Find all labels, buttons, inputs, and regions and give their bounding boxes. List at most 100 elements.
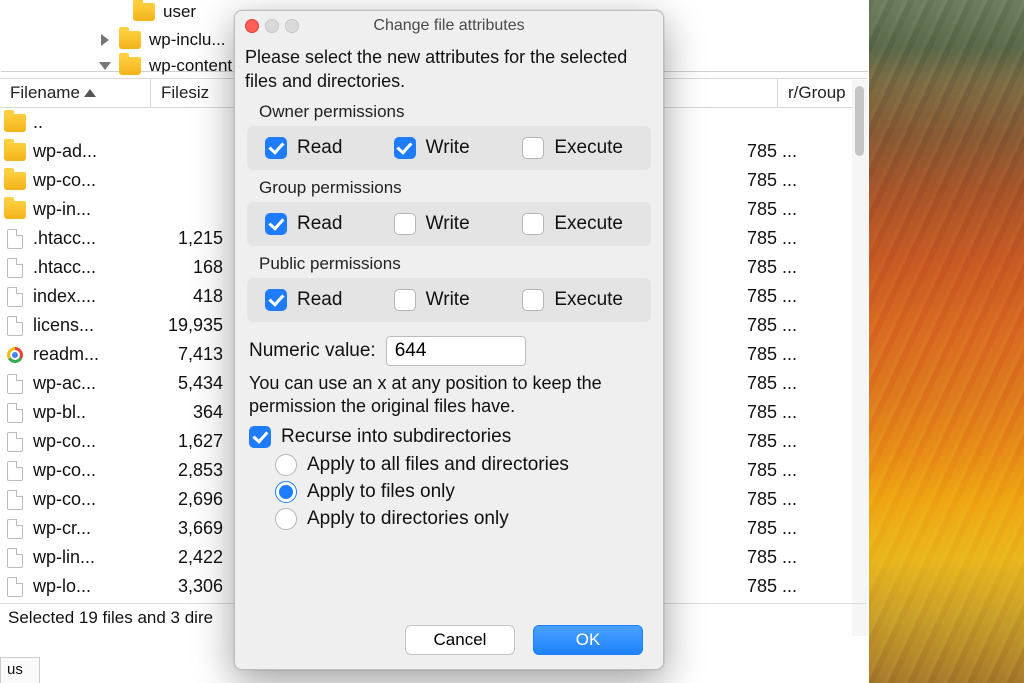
row-owner-group: 785 ... <box>747 489 847 510</box>
row-filename: index.... <box>33 286 143 307</box>
numeric-value-input[interactable] <box>386 336 526 366</box>
radio-unchecked-icon[interactable] <box>275 454 297 476</box>
group-permissions-label: Group permissions <box>259 178 653 198</box>
file-icon <box>7 577 23 597</box>
file-icon <box>7 461 23 481</box>
row-filename: wp-cr... <box>33 518 143 539</box>
recurse-mode-group: Apply to all files and directories Apply… <box>275 454 653 530</box>
permissions-note: You can use an x at any position to keep… <box>249 372 649 419</box>
row-size: 5,434 <box>143 373 225 394</box>
tree-item-label: user <box>163 2 196 22</box>
checkbox-checked-icon[interactable] <box>265 213 287 235</box>
file-icon <box>7 548 23 568</box>
radio-apply-all[interactable]: Apply to all files and directories <box>275 454 653 476</box>
bottom-tab[interactable]: us <box>0 657 40 683</box>
row-filename: wp-co... <box>33 431 143 452</box>
row-filename: .htacc... <box>33 228 143 249</box>
column-filename[interactable]: Filename <box>0 79 150 107</box>
checkbox-unchecked-icon[interactable] <box>394 289 416 311</box>
checkbox-unchecked-icon[interactable] <box>394 213 416 235</box>
public-write[interactable]: Write <box>394 289 523 311</box>
file-icon <box>7 374 23 394</box>
row-filename: wp-co... <box>33 489 143 510</box>
owner-permissions-row: Read Write Execute <box>247 126 651 170</box>
folder-icon <box>119 57 141 75</box>
row-owner-group: 785 ... <box>747 518 847 539</box>
scrollbar-thumb[interactable] <box>855 86 864 156</box>
row-owner-group: 785 ... <box>747 402 847 423</box>
checkbox-unchecked-icon[interactable] <box>522 137 544 159</box>
row-size: 7,413 <box>143 344 225 365</box>
owner-write[interactable]: Write <box>394 137 523 159</box>
radio-apply-dirs[interactable]: Apply to directories only <box>275 508 653 530</box>
row-owner-group: 785 ... <box>747 257 847 278</box>
public-read[interactable]: Read <box>265 289 394 311</box>
tree-item-wp-content[interactable]: wp-content <box>101 54 232 78</box>
row-owner-group: 785 ... <box>747 141 847 162</box>
sort-asc-icon <box>84 89 96 97</box>
row-filename: wp-co... <box>33 170 143 191</box>
status-text: Selected 19 files and 3 dire <box>8 608 213 627</box>
row-owner-group: 785 ... <box>747 199 847 220</box>
file-icon <box>7 519 23 539</box>
cancel-button[interactable]: Cancel <box>405 625 515 655</box>
owner-execute[interactable]: Execute <box>522 137 651 159</box>
row-owner-group: 785 ... <box>747 344 847 365</box>
checkbox-unchecked-icon[interactable] <box>522 213 544 235</box>
public-execute[interactable]: Execute <box>522 289 651 311</box>
group-read[interactable]: Read <box>265 213 394 235</box>
group-write[interactable]: Write <box>394 213 523 235</box>
checkbox-checked-icon[interactable] <box>394 137 416 159</box>
row-owner-group: 785 ... <box>747 315 847 336</box>
row-filename: wp-lo... <box>33 576 143 597</box>
group-execute[interactable]: Execute <box>522 213 651 235</box>
column-label: Filesiz <box>161 83 209 103</box>
ok-button[interactable]: OK <box>533 625 643 655</box>
group-permissions-row: Read Write Execute <box>247 202 651 246</box>
owner-read[interactable]: Read <box>265 137 394 159</box>
file-icon <box>7 316 23 336</box>
checkbox-unchecked-icon[interactable] <box>522 289 544 311</box>
row-size: 364 <box>143 402 225 423</box>
row-size: 168 <box>143 257 225 278</box>
chrome-icon <box>7 347 23 363</box>
row-size: 1,627 <box>143 431 225 452</box>
row-filename: .htacc... <box>33 257 143 278</box>
row-size: 1,215 <box>143 228 225 249</box>
row-filename: wp-bl.. <box>33 402 143 423</box>
file-icon <box>7 258 23 278</box>
disclosure-down-icon[interactable] <box>99 62 111 70</box>
owner-permissions-label: Owner permissions <box>259 102 653 122</box>
row-size: 3,669 <box>143 518 225 539</box>
checkbox-checked-icon[interactable] <box>265 289 287 311</box>
file-icon <box>7 287 23 307</box>
checkbox-checked-icon[interactable] <box>249 426 271 448</box>
dialog-intro: Please select the new attributes for the… <box>245 45 653 94</box>
zoom-icon <box>285 19 299 33</box>
row-filename: wp-ac... <box>33 373 143 394</box>
row-size: 2,422 <box>143 547 225 568</box>
vertical-scrollbar[interactable] <box>852 80 868 636</box>
close-icon[interactable] <box>245 19 259 33</box>
row-filename: licens... <box>33 315 143 336</box>
radio-unchecked-icon[interactable] <box>275 508 297 530</box>
tree-item-label: wp-content <box>149 56 232 76</box>
tree-item-user[interactable]: user <box>133 0 196 24</box>
file-icon <box>7 403 23 423</box>
row-filename: readm... <box>33 344 143 365</box>
radio-apply-files[interactable]: Apply to files only <box>275 481 653 503</box>
row-size: 19,935 <box>143 315 225 336</box>
public-permissions-label: Public permissions <box>259 254 653 274</box>
radio-checked-icon[interactable] <box>275 481 297 503</box>
row-owner-group: 785 ... <box>747 228 847 249</box>
tree-item-wp-includes[interactable]: wp-inclu... <box>101 28 226 52</box>
disclosure-right-icon[interactable] <box>101 34 109 46</box>
row-filename: wp-co... <box>33 460 143 481</box>
folder-icon <box>4 114 26 132</box>
minimize-icon <box>265 19 279 33</box>
checkbox-checked-icon[interactable] <box>265 137 287 159</box>
folder-icon <box>4 201 26 219</box>
row-filename: wp-ad... <box>33 141 143 162</box>
recurse-checkbox[interactable]: Recurse into subdirectories <box>249 426 653 448</box>
row-size: 2,696 <box>143 489 225 510</box>
